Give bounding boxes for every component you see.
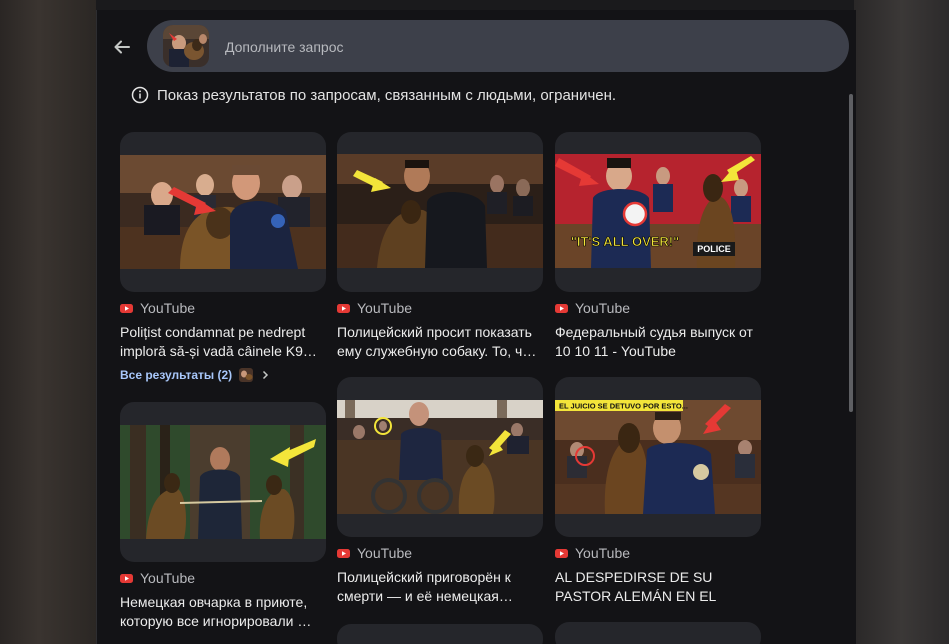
result-card[interactable]: YouTube Немецкая овчарка в приюте, котор…	[120, 402, 326, 630]
search-bar[interactable]	[147, 20, 849, 72]
query-image-thumbnail[interactable]	[163, 25, 209, 67]
result-thumbnail[interactable]: POLICE "IT'S ALL OVER!"	[555, 132, 761, 292]
result-title[interactable]: Полицейский просит показать ему служебну…	[337, 323, 541, 360]
result-thumbnail[interactable]: EL JUICIO SE DETUVO POR ESTO...	[555, 377, 761, 537]
more-results-avatar	[239, 368, 254, 382]
result-thumbnail[interactable]	[555, 622, 761, 644]
search-input[interactable]	[223, 34, 787, 60]
info-icon	[131, 86, 149, 104]
source-label: YouTube	[575, 545, 631, 561]
restricted-results-notice: Показ результатов по запросам, связанным…	[131, 86, 616, 104]
result-card[interactable]: YouTube Polițist condamnat pe nedrept im…	[120, 132, 326, 382]
result-title[interactable]: AL DESPEDIRSE DE SU PASTOR ALEMÁN EN EL …	[555, 568, 759, 605]
youtube-icon	[337, 303, 350, 313]
result-thumbnail[interactable]	[337, 132, 543, 292]
source-label: YouTube	[357, 545, 413, 561]
thumb-police-text: POLICE	[697, 244, 731, 254]
result-source: YouTube	[120, 300, 326, 316]
result-thumbnail[interactable]	[120, 402, 326, 562]
scrollbar-thumb[interactable]	[849, 94, 853, 412]
image-search-panel: Показ результатов по запросам, связанным…	[96, 10, 856, 644]
result-title[interactable]: Polițist condamnat pe nedrept imploră să…	[120, 323, 324, 360]
source-label: YouTube	[575, 300, 631, 316]
youtube-icon	[555, 303, 568, 313]
result-card[interactable]: POLICE "IT'S ALL OVER!" YouTube Федераль…	[555, 132, 761, 360]
result-card-partial[interactable]	[337, 624, 543, 644]
result-card[interactable]: YouTube Полицейский приговорён к смерти …	[337, 377, 543, 605]
youtube-icon	[555, 548, 568, 558]
result-thumbnail[interactable]	[337, 377, 543, 537]
result-source: YouTube	[337, 545, 543, 561]
youtube-icon	[120, 303, 133, 313]
background-left	[0, 0, 96, 644]
result-title[interactable]: Немецкая овчарка в приюте, которую все и…	[120, 593, 324, 630]
source-label: YouTube	[357, 300, 413, 316]
result-title[interactable]: Федеральный судья выпуск от 10 10 11 - Y…	[555, 323, 759, 360]
source-label: YouTube	[140, 570, 196, 586]
thumb-juicio-text: EL JUICIO SE DETUVO POR ESTO...	[559, 402, 688, 411]
source-label: YouTube	[140, 300, 196, 316]
back-button[interactable]	[111, 36, 133, 58]
result-source: YouTube	[337, 300, 543, 316]
youtube-icon	[337, 548, 350, 558]
youtube-icon	[120, 573, 133, 583]
result-card[interactable]: YouTube Полицейский просит показать ему …	[337, 132, 543, 360]
more-results-label: Все результаты (2)	[120, 368, 233, 382]
background-right	[854, 0, 949, 644]
result-source: YouTube	[555, 300, 761, 316]
result-card-partial[interactable]	[555, 622, 761, 644]
notice-text: Показ результатов по запросам, связанным…	[157, 86, 617, 104]
result-card[interactable]: EL JUICIO SE DETUVO POR ESTO... YouTube …	[555, 377, 761, 605]
arrow-left-icon	[114, 40, 130, 54]
result-thumbnail[interactable]	[120, 132, 326, 292]
result-source: YouTube	[120, 570, 326, 586]
result-thumbnail[interactable]	[337, 624, 543, 644]
result-title[interactable]: Полицейский приговорён к смерти — и её н…	[337, 568, 541, 605]
result-source: YouTube	[555, 545, 761, 561]
thumb-overlay-text: "IT'S ALL OVER!"	[571, 234, 680, 249]
chevron-right-icon	[263, 370, 269, 380]
more-results-link[interactable]: Все результаты (2)	[120, 368, 326, 382]
